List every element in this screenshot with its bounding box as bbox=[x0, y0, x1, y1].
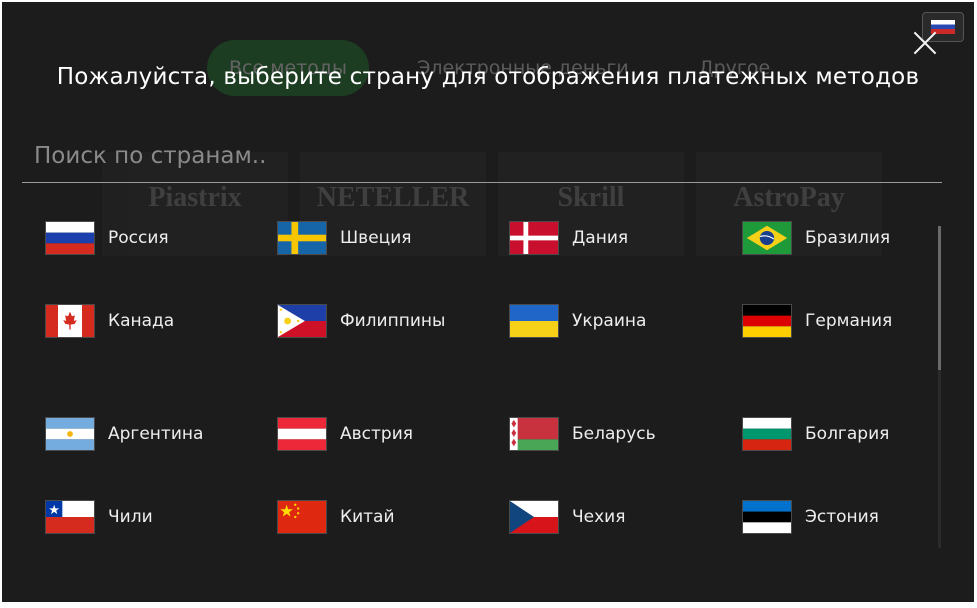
sweden-flag-icon bbox=[277, 221, 327, 255]
country-item-czechia[interactable]: Чехия bbox=[509, 497, 625, 537]
country-item-ukraine[interactable]: Украина bbox=[509, 301, 646, 341]
denmark-flag-icon bbox=[509, 221, 559, 255]
country-grid: Россия Швеция Дания Бразилия Канада Фили… bbox=[2, 192, 932, 552]
country-item-bulgaria[interactable]: Болгария bbox=[742, 414, 889, 454]
country-name: Германия bbox=[805, 311, 893, 331]
modal-title: Пожалуйста, выберите страну для отображе… bbox=[56, 64, 920, 90]
belarus-flag-icon bbox=[509, 417, 559, 451]
country-name: Болгария bbox=[805, 424, 890, 444]
country-name: Чили bbox=[108, 507, 153, 527]
brazil-flag-icon bbox=[742, 221, 792, 255]
country-name: Аргентина bbox=[108, 424, 204, 444]
country-select-modal: Все методы Электронные деньги Другое Pia… bbox=[2, 2, 974, 602]
argentina-flag-icon bbox=[45, 417, 95, 451]
china-flag-icon bbox=[277, 500, 327, 534]
country-name: Россия bbox=[108, 228, 169, 248]
country-name: Украина bbox=[572, 311, 647, 331]
country-name: Эстония bbox=[805, 507, 879, 527]
country-item-belarus[interactable]: Беларусь bbox=[509, 414, 656, 454]
ukraine-flag-icon bbox=[509, 304, 559, 338]
russia-flag-icon bbox=[45, 221, 95, 255]
country-name: Филиппины bbox=[340, 311, 446, 331]
country-item-sweden[interactable]: Швеция bbox=[277, 218, 412, 258]
country-name: Чехия bbox=[572, 507, 626, 527]
country-item-chile[interactable]: Чили bbox=[45, 497, 153, 537]
country-search-input[interactable] bbox=[22, 134, 942, 178]
country-item-argentina[interactable]: Аргентина bbox=[45, 414, 203, 454]
country-item-austria[interactable]: Австрия bbox=[277, 414, 413, 454]
estonia-flag-icon bbox=[742, 500, 792, 534]
country-name: Китай bbox=[340, 507, 395, 527]
country-name: Швеция bbox=[340, 228, 412, 248]
country-name: Беларусь bbox=[572, 424, 656, 444]
scrollbar-thumb[interactable] bbox=[938, 226, 941, 370]
country-name: Бразилия bbox=[805, 228, 891, 248]
country-list-scrollbar[interactable] bbox=[938, 226, 941, 548]
country-name: Канада bbox=[108, 311, 175, 331]
czechia-flag-icon bbox=[509, 500, 559, 534]
country-item-philippines[interactable]: Филиппины bbox=[277, 301, 445, 341]
austria-flag-icon bbox=[277, 417, 327, 451]
country-item-brazil[interactable]: Бразилия bbox=[742, 218, 890, 258]
chile-flag-icon bbox=[45, 500, 95, 534]
canada-flag-icon bbox=[45, 304, 95, 338]
germany-flag-icon bbox=[742, 304, 792, 338]
country-item-denmark[interactable]: Дания bbox=[509, 218, 628, 258]
bulgaria-flag-icon bbox=[742, 417, 792, 451]
country-item-canada[interactable]: Канада bbox=[45, 301, 174, 341]
country-name: Австрия bbox=[340, 424, 413, 444]
country-item-germany[interactable]: Германия bbox=[742, 301, 892, 341]
country-name: Дания bbox=[572, 228, 629, 248]
philippines-flag-icon bbox=[277, 304, 327, 338]
country-item-russia[interactable]: Россия bbox=[45, 218, 169, 258]
country-search bbox=[22, 134, 942, 183]
close-icon[interactable] bbox=[908, 26, 942, 60]
country-item-china[interactable]: Китай bbox=[277, 497, 395, 537]
country-item-estonia[interactable]: Эстония bbox=[742, 497, 879, 537]
